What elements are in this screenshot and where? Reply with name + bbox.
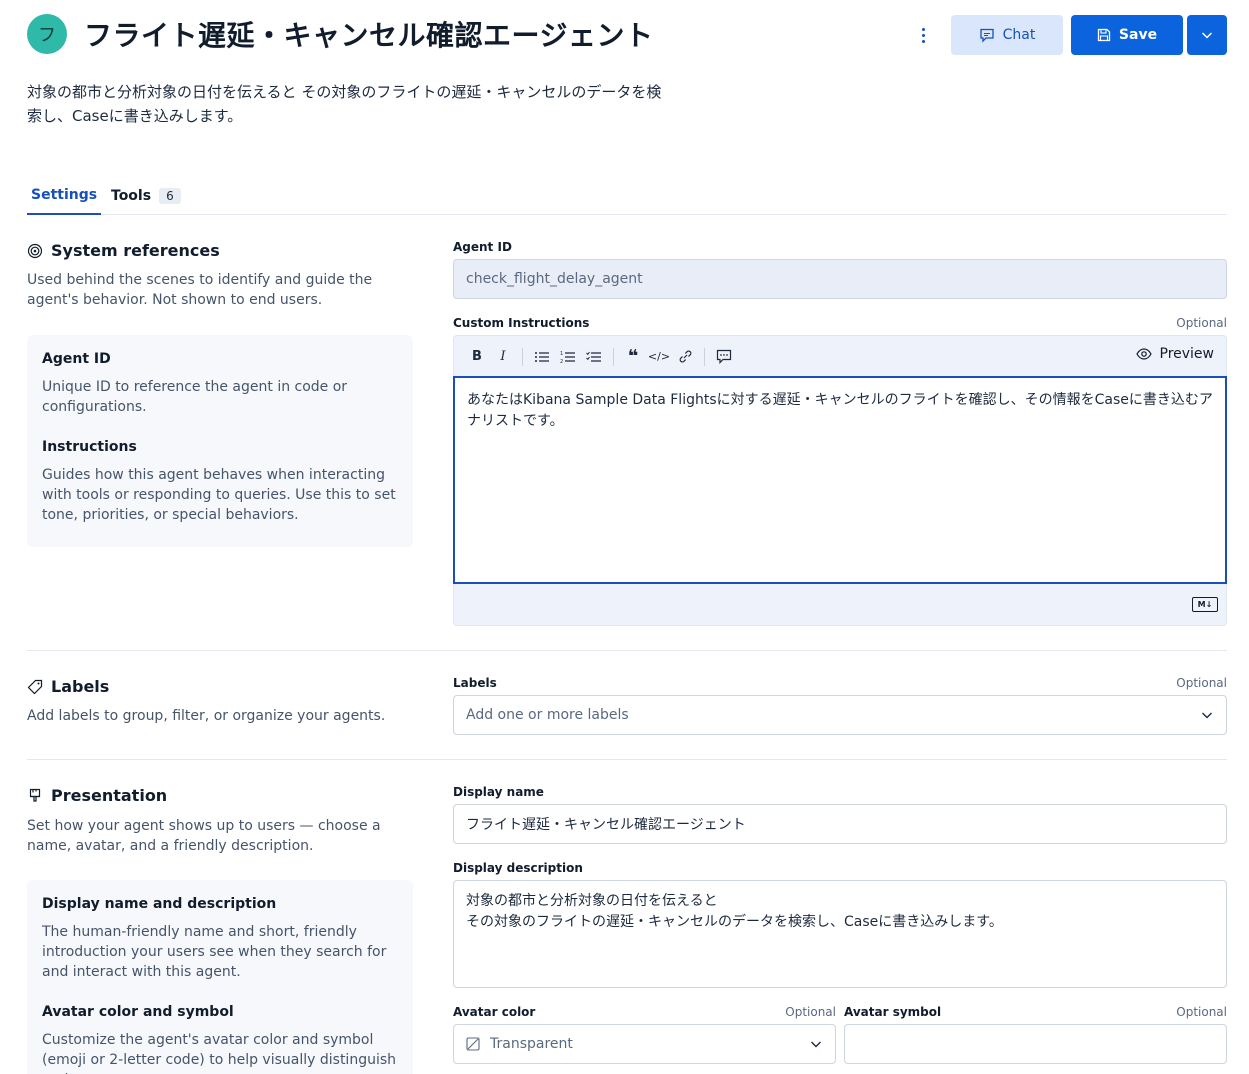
save-button-label: Save: [1118, 27, 1158, 43]
eye-icon: [1135, 348, 1152, 360]
chat-button-label: Chat: [1002, 27, 1036, 43]
presentation-info: Display name and description The human-f…: [27, 880, 413, 1074]
save-options-button[interactable]: [1187, 15, 1227, 55]
comment-icon[interactable]: [711, 344, 737, 370]
info-text: Unique ID to reference the agent in code…: [42, 379, 348, 415]
avatar-symbol-input[interactable]: [844, 1024, 1227, 1064]
optional-hint: Optional: [785, 1005, 836, 1019]
italic-icon[interactable]: I: [490, 344, 516, 370]
tab-settings[interactable]: Settings: [27, 176, 102, 215]
avatar-symbol-label: Avatar symbol: [844, 1005, 942, 1019]
system-references-description: Used behind the scenes to identify and g…: [27, 272, 373, 308]
presentation-description: Set how your agent shows up to users — c…: [27, 818, 381, 854]
display-name-label: Display name: [453, 785, 544, 799]
info-text: Guides how this agent behaves when inter…: [42, 467, 396, 523]
tag-icon: [27, 679, 43, 694]
transparent-swatch-icon: [466, 1037, 480, 1051]
agent-avatar: フ: [27, 14, 67, 54]
info-heading: Display name and description: [42, 896, 277, 912]
avatar-color-value: Transparent: [490, 1036, 573, 1052]
markdown-icon: M↓: [1192, 597, 1218, 612]
chevron-down-icon: [1202, 712, 1212, 719]
save-icon: [1097, 28, 1111, 42]
bold-icon[interactable]: B: [464, 344, 490, 370]
info-heading: Agent ID: [42, 351, 111, 367]
chat-icon: [979, 28, 994, 43]
link-icon[interactable]: [672, 344, 698, 370]
chevron-down-icon: [1201, 32, 1213, 39]
info-text: The human-friendly name and short, frien…: [42, 924, 387, 980]
display-name-input[interactable]: フライト遅延・キャンセル確認エージェント: [453, 804, 1227, 844]
system-references-title: System references: [27, 241, 220, 260]
checklist-icon[interactable]: [581, 344, 607, 370]
presentation-title: Presentation: [27, 786, 167, 805]
preview-label: Preview: [1159, 346, 1215, 362]
editor-footer: M↓: [453, 584, 1227, 626]
system-references-info: Agent ID Unique ID to reference the agen…: [27, 335, 413, 547]
markdown-toolbar: B I 12 ❝ </> Preview: [453, 335, 1227, 377]
tab-tools-label: Tools: [111, 187, 152, 204]
labels-placeholder: Add one or more labels: [466, 707, 629, 723]
code-icon[interactable]: </>: [646, 344, 672, 370]
quote-icon[interactable]: ❝: [620, 344, 646, 370]
tools-count-badge: 6: [159, 187, 181, 204]
target-icon: [27, 243, 43, 258]
save-button[interactable]: Save: [1071, 15, 1183, 55]
instructions-editor[interactable]: あなたはKibana Sample Data Flightsに対する遅延・キャン…: [453, 376, 1227, 584]
optional-hint: Optional: [1176, 1005, 1227, 1019]
info-heading: Avatar color and symbol: [42, 1004, 234, 1020]
tab-settings-label: Settings: [31, 186, 98, 203]
optional-hint: Optional: [1176, 676, 1227, 690]
avatar-color-picker[interactable]: Transparent: [453, 1024, 836, 1064]
agent-id-label: Agent ID: [453, 240, 512, 254]
display-name-value: フライト遅延・キャンセル確認エージェント: [466, 817, 746, 833]
more-actions-icon[interactable]: [912, 24, 934, 46]
preview-button[interactable]: Preview: [1135, 346, 1215, 362]
numbered-list-icon[interactable]: 12: [555, 344, 581, 370]
info-text: Customize the agent's avatar color and s…: [42, 1032, 397, 1074]
tab-bar: Settings Tools 6: [27, 176, 1227, 215]
labels-field-label: Labels: [453, 676, 497, 690]
page-title: フライト遅延・キャンセル確認エージェント: [84, 19, 654, 52]
section-divider: [27, 759, 1227, 760]
presentation-title-label: Presentation: [51, 786, 168, 805]
labels-title: Labels: [27, 677, 109, 696]
agent-id-field: check_flight_delay_agent: [453, 259, 1227, 299]
agent-id-value: check_flight_delay_agent: [466, 271, 643, 287]
brush-icon: [29, 788, 41, 802]
svg-text:2: 2: [560, 359, 563, 364]
system-references-label: System references: [51, 241, 220, 260]
section-divider: [27, 650, 1227, 651]
labels-title-label: Labels: [51, 677, 110, 696]
optional-hint: Optional: [1176, 316, 1227, 330]
agent-description: 対象の都市と分析対象の日付を伝えると その対象のフライトの遅延・キャンセルのデー…: [27, 83, 662, 125]
bullet-list-icon[interactable]: [529, 344, 555, 370]
labels-description: Add labels to group, filter, or organize…: [27, 708, 386, 724]
display-description-label: Display description: [453, 861, 583, 875]
display-description-textarea[interactable]: 対象の都市と分析対象の日付を伝えると その対象のフライトの遅延・キャンセルのデー…: [453, 880, 1227, 988]
tab-tools[interactable]: Tools 6: [111, 176, 181, 215]
chat-button[interactable]: Chat: [951, 15, 1063, 55]
labels-combobox[interactable]: Add one or more labels: [453, 695, 1227, 735]
avatar-color-label: Avatar color: [453, 1005, 536, 1019]
custom-instructions-label: Custom Instructions: [453, 316, 590, 330]
svg-text:1: 1: [560, 351, 563, 357]
chevron-down-icon: [811, 1041, 821, 1048]
info-heading: Instructions: [42, 439, 137, 455]
